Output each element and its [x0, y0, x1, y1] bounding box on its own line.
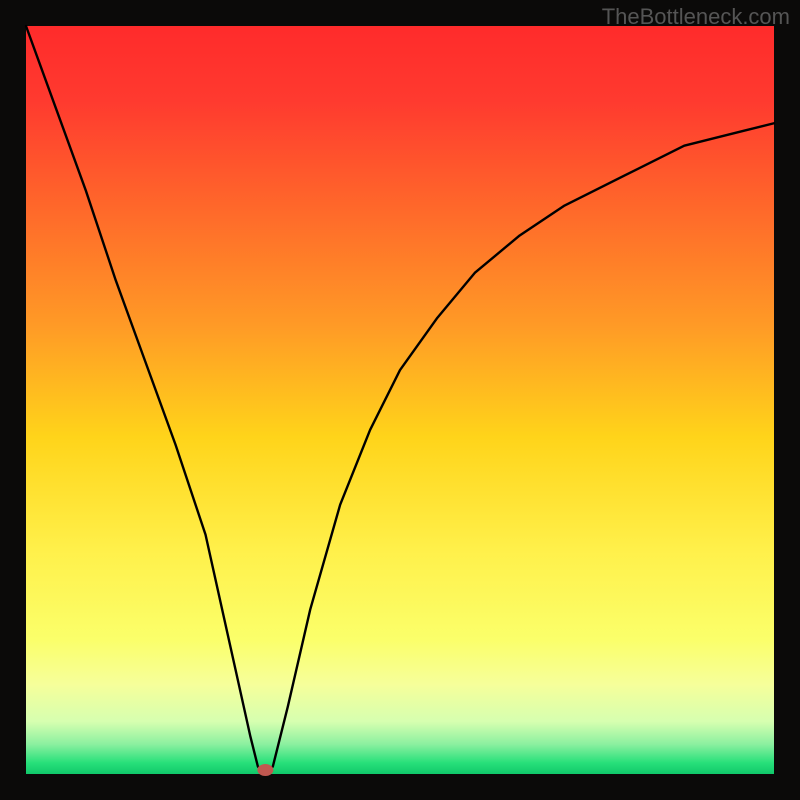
bottleneck-chart: [0, 0, 800, 800]
watermark-label: TheBottleneck.com: [602, 4, 790, 30]
plot-area: [13, 13, 787, 787]
chart-container: TheBottleneck.com: [0, 0, 800, 800]
optimal-point-marker: [257, 764, 273, 776]
gradient-background: [26, 26, 774, 774]
